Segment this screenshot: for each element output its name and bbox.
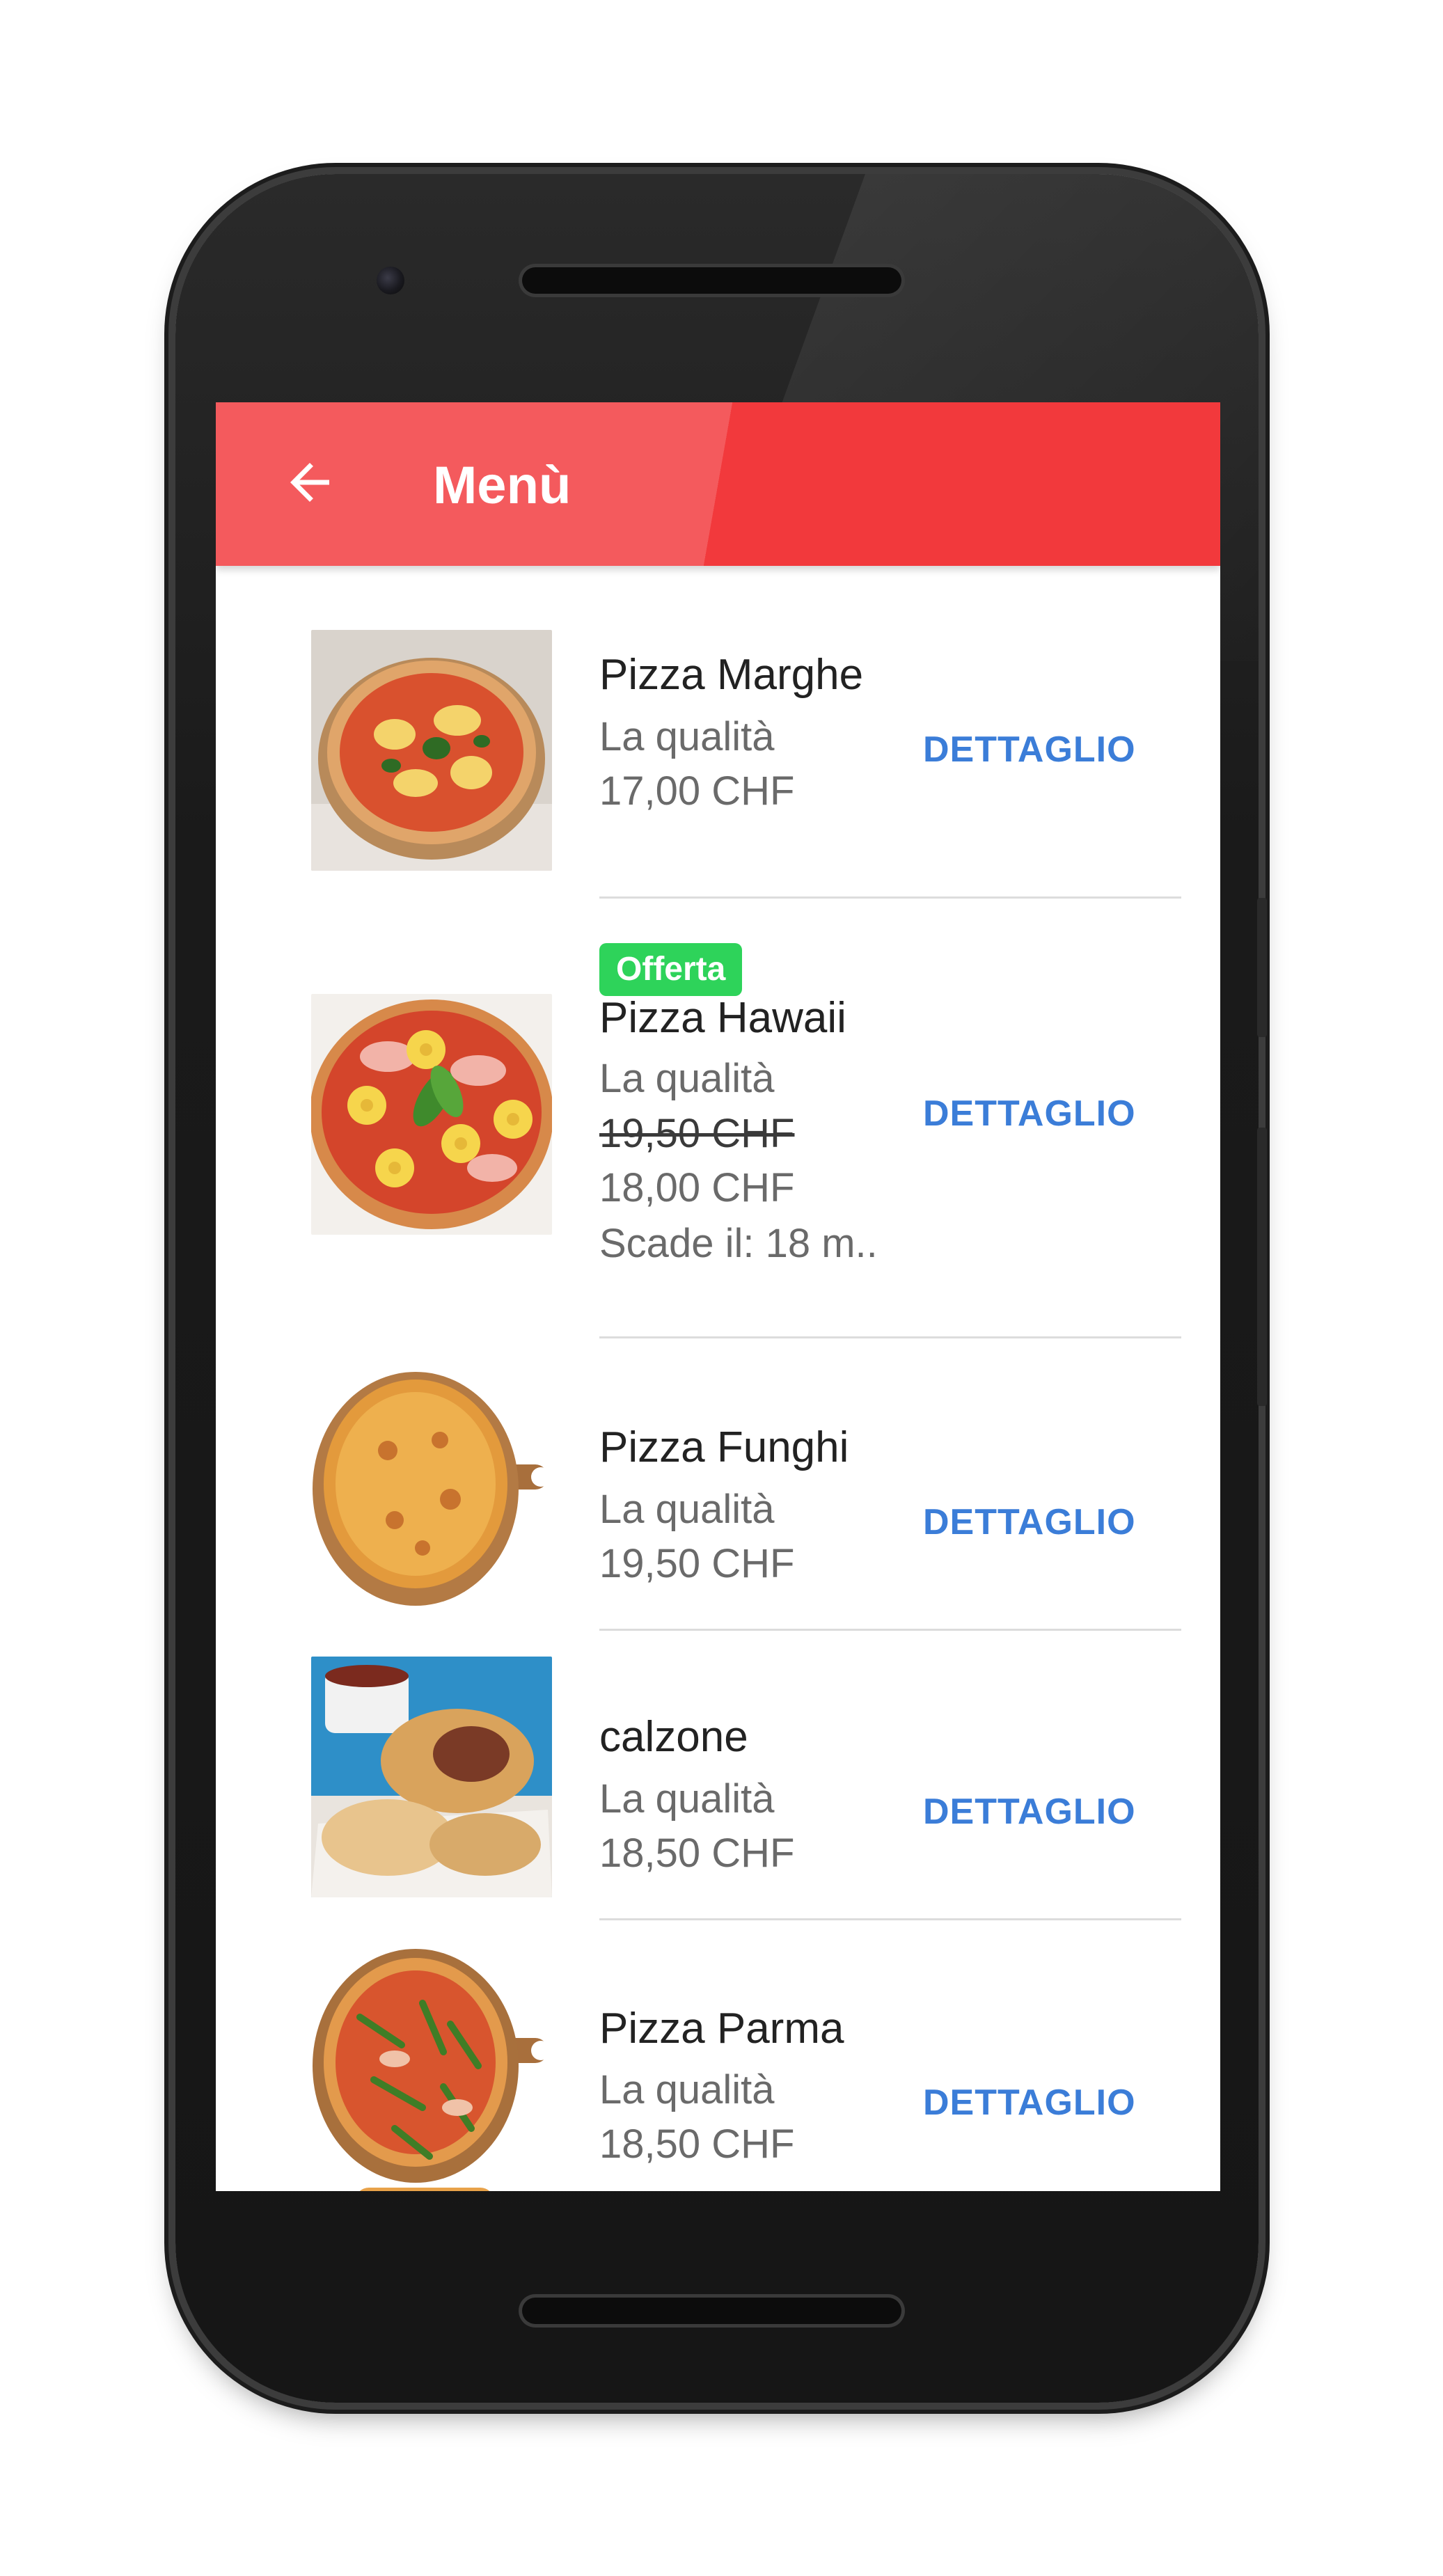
divider (599, 1336, 1181, 1338)
calzone-image (311, 1657, 552, 1897)
menu-item-description: La qualità (599, 2067, 775, 2112)
app-bar: Menù (216, 402, 1220, 566)
top-speaker-grille (522, 267, 901, 294)
menu-item-name: calzone (599, 1713, 748, 1761)
menu-item-name: Pizza Parma (599, 2005, 844, 2053)
back-button[interactable] (271, 444, 348, 521)
detail-button[interactable]: DETTAGLIO (923, 1791, 1136, 1833)
app-screen: Menù Pizza Marghe La qualità 17,00 CHF D… (216, 402, 1220, 2191)
pizza-funghi-image (311, 1367, 552, 1608)
menu-item-price: 17,00 CHF (599, 768, 795, 814)
menu-item-description: La qualità (599, 714, 775, 759)
menu-item-name: Pizza Marghe (599, 651, 864, 699)
offer-badge: Offerta (599, 943, 743, 996)
menu-item-description: La qualità (599, 1776, 775, 1822)
detail-button[interactable]: DETTAGLIO (923, 1093, 1136, 1135)
pizza-parma-image (311, 1947, 552, 2188)
menu-item-name: Pizza Hawaii (599, 994, 846, 1042)
menu-item-price: 18,50 CHF (599, 1831, 795, 1876)
detail-button[interactable]: DETTAGLIO (923, 1501, 1136, 1543)
menu-item-description: La qualità (599, 1056, 775, 1101)
menu-item-price: 18,50 CHF (599, 2121, 795, 2167)
divider (599, 1629, 1181, 1631)
menu-item-expiry: Scade il: 18 m.. (599, 1221, 878, 1266)
bottom-speaker-grille (522, 2298, 901, 2324)
phone-side-button-lower (1257, 1128, 1267, 1406)
pizza-margherita-image (311, 630, 552, 871)
page-title: Menù (433, 456, 571, 515)
arrow-left-icon (290, 463, 329, 502)
menu-item-price: 18,00 CHF (599, 1165, 795, 1210)
divider (599, 1918, 1181, 1920)
menu-item-price: 19,50 CHF (599, 1541, 795, 1586)
divider (599, 896, 1181, 899)
detail-button[interactable]: DETTAGLIO (923, 2082, 1136, 2124)
menu-item-description: La qualità (599, 1487, 775, 1532)
phone-side-button-upper (1257, 898, 1267, 1037)
menu-item-name: Pizza Funghi (599, 1423, 849, 1471)
front-camera (377, 267, 404, 294)
pizza-hawaii-image (311, 994, 552, 1235)
menu-item-old-price: 19,50 CHF (599, 1111, 795, 1156)
detail-button[interactable]: DETTAGLIO (923, 729, 1136, 771)
next-item-image-partial (355, 2188, 494, 2191)
